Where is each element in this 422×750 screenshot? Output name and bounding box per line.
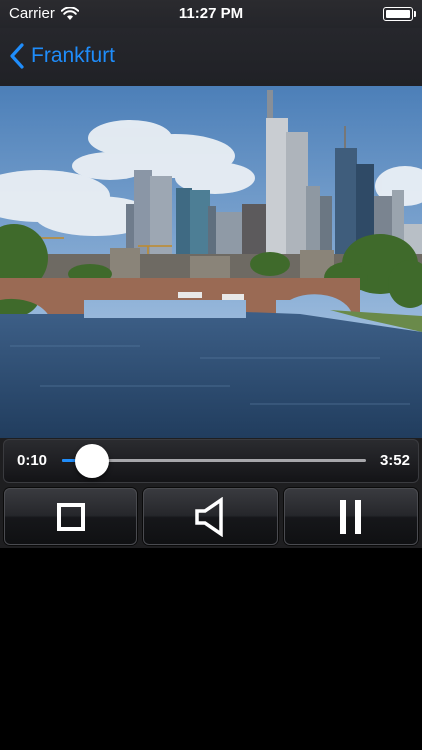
pause-icon (340, 499, 361, 534)
video-frame[interactable] (0, 86, 422, 438)
volume-button[interactable] (143, 488, 278, 545)
battery-icon (383, 7, 416, 21)
status-time: 11:27 PM (178, 5, 244, 22)
chevron-left-icon (10, 43, 24, 69)
empty-area (0, 548, 422, 750)
progress-slider[interactable] (62, 444, 366, 478)
stop-button[interactable] (4, 488, 137, 545)
video-image (0, 86, 422, 438)
scrub-bar: 0:10 3:52 (3, 439, 419, 483)
status-bar: Carrier 11:27 PM (0, 0, 422, 28)
navigation-bar: Frankfurt (0, 28, 422, 87)
player-controls: 0:10 3:52 (0, 438, 422, 548)
back-button[interactable]: Frankfurt (9, 41, 115, 71)
speaker-icon (194, 496, 223, 537)
back-label: Frankfurt (31, 44, 116, 67)
slider-knob[interactable] (75, 444, 109, 478)
current-time: 0:10 (17, 452, 48, 469)
total-time: 3:52 (379, 452, 410, 469)
pause-button[interactable] (284, 488, 418, 545)
stop-icon (56, 502, 85, 531)
